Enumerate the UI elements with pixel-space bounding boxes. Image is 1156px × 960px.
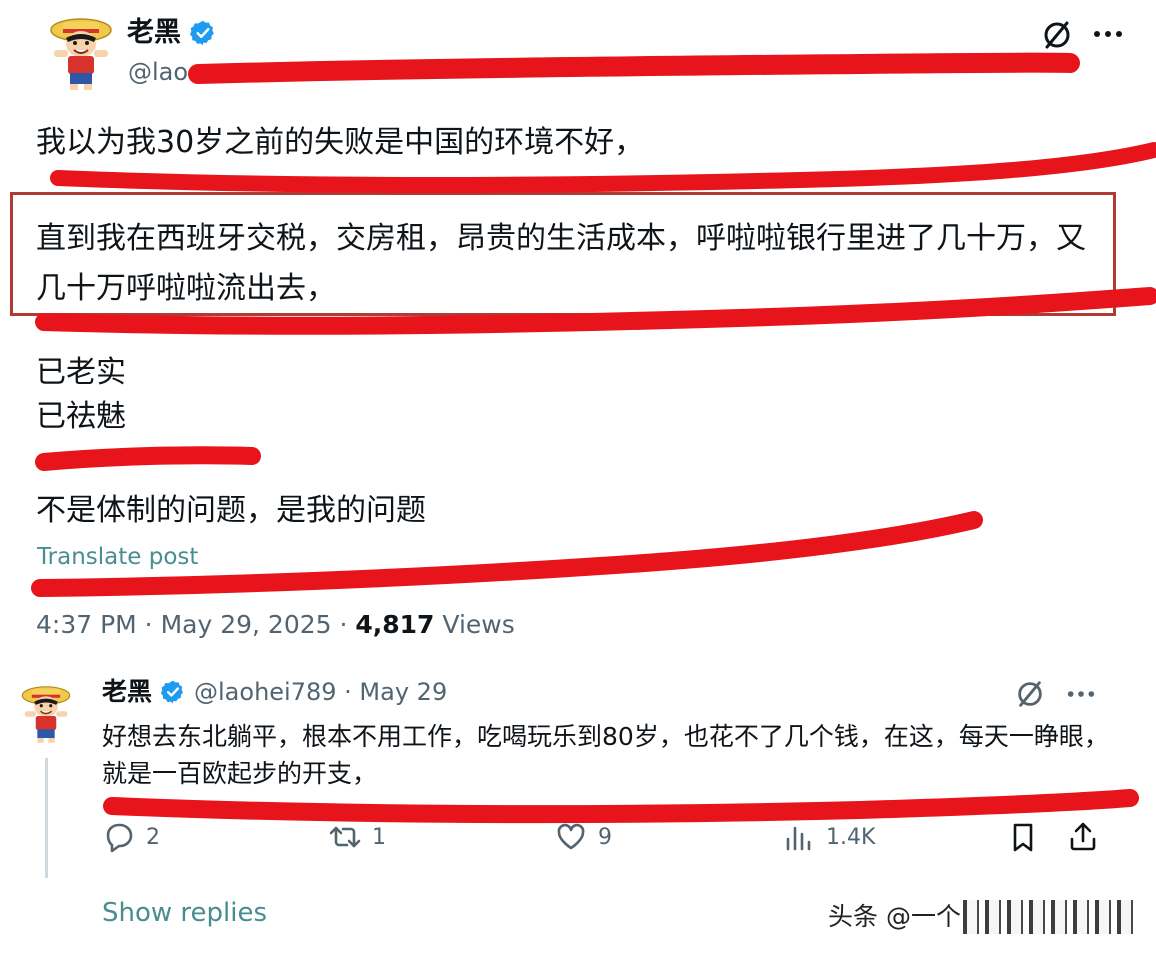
bookmark-button[interactable] bbox=[1006, 820, 1040, 854]
reply-author-name[interactable]: 老黑 bbox=[102, 676, 152, 708]
reply-header: 老黑 @laohei789 · May 29 bbox=[102, 676, 447, 708]
post-text-line: 直到我在西班牙交税，交房租，昂贵的生活成本，呼啦啦银行里进了几十万，又几十万呼啦… bbox=[36, 221, 1086, 306]
reply-button[interactable]: 2 bbox=[102, 820, 160, 854]
post-text-line: 已祛魅 bbox=[36, 399, 126, 434]
views-icon bbox=[786, 826, 811, 851]
post-text-line: 不是体制的问题，是我的问题 bbox=[36, 493, 426, 528]
reply-handle[interactable]: @laohei789 · May 29 bbox=[194, 676, 447, 708]
watermark: 头条 @一个 bbox=[828, 900, 1133, 934]
repost-count: 1 bbox=[372, 824, 386, 850]
marker-stroke bbox=[103, 789, 1139, 824]
like-icon bbox=[557, 823, 585, 850]
share-button[interactable] bbox=[1066, 820, 1100, 854]
show-replies-link[interactable]: Show replies bbox=[102, 896, 267, 930]
post-text-line: 我以为我30岁之前的失败是中国的环境不好， bbox=[36, 125, 645, 160]
avatar-luffy-icon[interactable] bbox=[20, 674, 72, 750]
post-timestamp[interactable]: 4:37 PM · May 29, 2025 · bbox=[36, 610, 355, 639]
more-icon[interactable] bbox=[1066, 684, 1096, 704]
reply-count: 2 bbox=[146, 824, 160, 850]
views-count: 1.4K bbox=[826, 824, 876, 850]
share-icon bbox=[1070, 822, 1096, 851]
repost-button[interactable]: 1 bbox=[328, 820, 386, 854]
author-handle[interactable]: @lao bbox=[128, 57, 188, 87]
repost-icon bbox=[329, 826, 361, 848]
post-author[interactable]: 老黑 bbox=[127, 16, 217, 50]
author-name[interactable]: 老黑 bbox=[127, 16, 181, 50]
like-count: 9 bbox=[598, 824, 612, 850]
bookmark-icon bbox=[1013, 823, 1033, 852]
marker-stroke bbox=[188, 52, 1080, 84]
avatar-luffy-icon[interactable] bbox=[48, 12, 114, 90]
views-label: Views bbox=[434, 610, 515, 639]
post-meta: 4:37 PM · May 29, 2025 · 4,817 Views bbox=[36, 608, 515, 642]
reply-text: 好想去东北躺平，根本不用工作，吃喝玩乐到80岁，也花不了几个钱，在这，每天一睁眼… bbox=[102, 722, 1109, 788]
views-count: 4,817 bbox=[355, 610, 435, 639]
grok-icon[interactable] bbox=[1040, 18, 1074, 52]
watermark-text: 头条 @一个 bbox=[828, 902, 961, 931]
like-button[interactable]: 9 bbox=[554, 820, 612, 854]
verified-badge-icon bbox=[189, 20, 214, 46]
verified-badge-icon bbox=[160, 680, 183, 704]
marker-stroke bbox=[35, 446, 261, 471]
reply-icon bbox=[106, 823, 133, 853]
post-text-line: 已老实 bbox=[36, 355, 126, 390]
views-button[interactable]: 1.4K bbox=[782, 820, 875, 854]
translate-post-link[interactable]: Translate post bbox=[37, 542, 198, 572]
thread-line bbox=[45, 758, 48, 878]
more-icon[interactable] bbox=[1092, 24, 1124, 44]
grok-icon[interactable] bbox=[1014, 678, 1046, 710]
reply-date[interactable]: May 29 bbox=[359, 678, 447, 706]
watermark-redaction bbox=[962, 900, 1133, 934]
